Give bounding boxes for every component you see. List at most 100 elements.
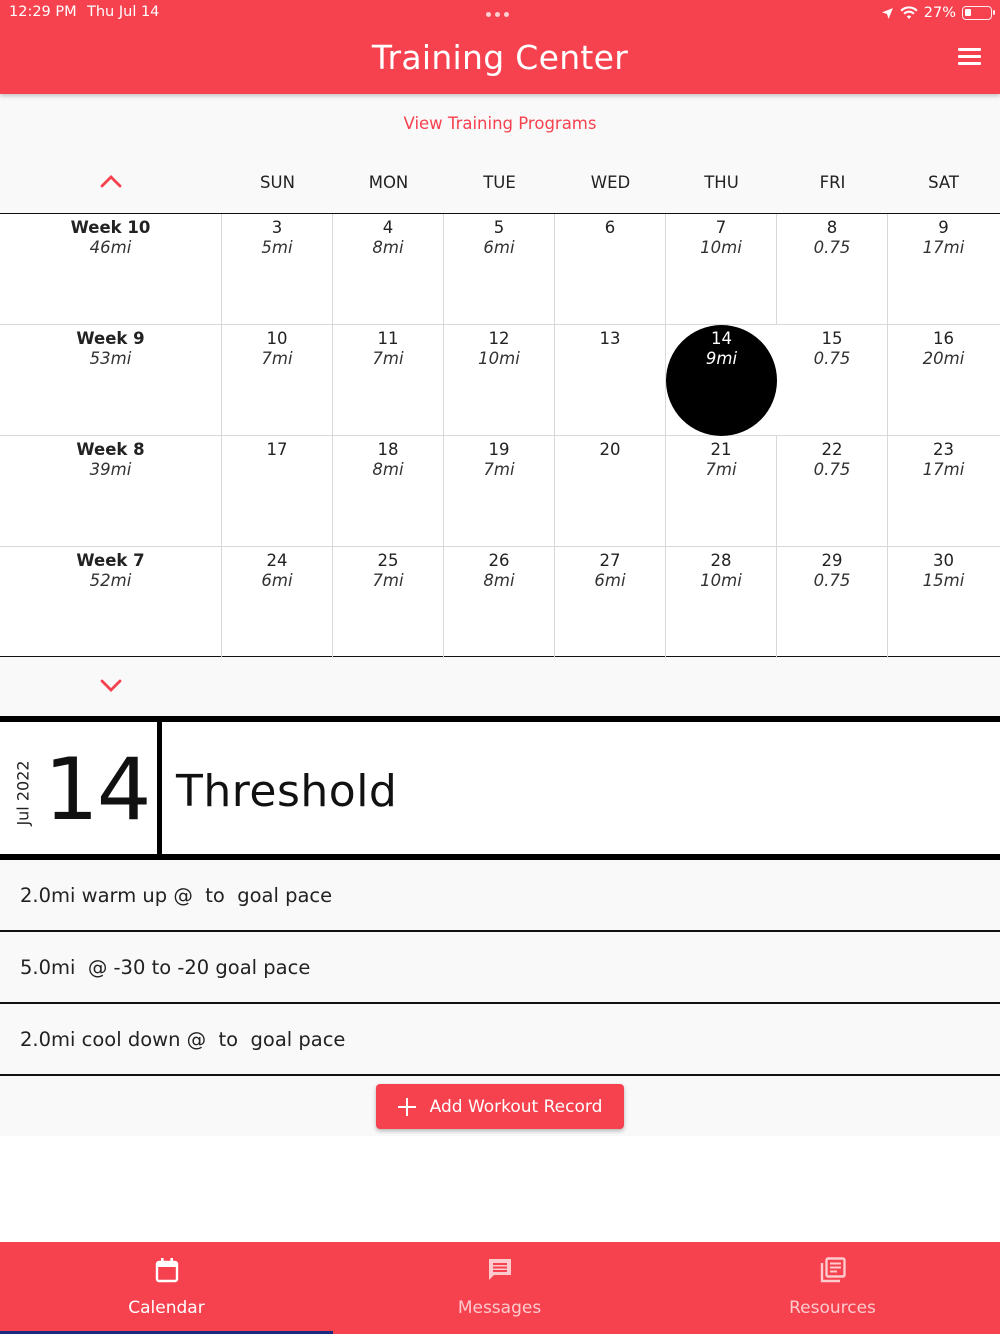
multitasking-dots-icon[interactable] — [486, 12, 514, 18]
dow-thu: THU — [704, 173, 739, 192]
calendar-day[interactable]: 24 6mi — [222, 547, 333, 658]
calendar-day[interactable]: 19 7mi — [444, 436, 555, 547]
calendar-day[interactable]: 13 — [555, 325, 666, 436]
bottom-navigation: Calendar Messages Resources — [0, 1242, 1000, 1334]
day-number: 25 — [377, 551, 399, 570]
workout-step[interactable]: 2.0mi warm up @ to goal pace — [0, 860, 1000, 932]
calendar-grid: Week 10 46mi 3 5mi 4 8mi 5 6mi 6 7 10mi 8 0.75 9 17mi W… — [0, 213, 1000, 658]
calendar-day[interactable]: 11 7mi — [333, 325, 444, 436]
week-total-distance: 46mi — [89, 238, 132, 257]
chevron-up-icon[interactable] — [100, 174, 122, 188]
calendar-day[interactable]: 6 — [555, 214, 666, 325]
day-number: 11 — [377, 329, 399, 348]
calendar-day[interactable]: 9 17mi — [888, 214, 999, 325]
day-number: 14 — [711, 329, 732, 348]
day-number: 27 — [599, 551, 621, 570]
page-title: Training Center — [371, 38, 629, 77]
calendar-day[interactable]: 16 20mi — [888, 325, 999, 436]
day-distance: 10mi — [700, 238, 742, 257]
month-year-label: Jul 2022 — [10, 758, 36, 828]
message-icon — [488, 1259, 511, 1280]
week-summary[interactable]: Week 9 53mi — [0, 325, 222, 436]
nav-item-messages[interactable]: Messages — [333, 1242, 666, 1334]
workout-step-text: 2.0mi cool down @ to goal pace — [20, 1028, 346, 1051]
week-row: Week 7 52mi 24 6mi 25 7mi 26 8mi 27 6mi 28 10mi 29 0.… — [0, 547, 1000, 658]
view-training-programs-link[interactable]: View Training Programs — [0, 114, 1000, 133]
calendar-day[interactable]: 25 7mi — [333, 547, 444, 658]
workout-step[interactable]: 5.0mi @ -30 to -20 goal pace — [0, 932, 1000, 1004]
day-number: 24 — [266, 551, 288, 570]
nav-item-resources[interactable]: Resources — [666, 1242, 999, 1334]
calendar-day[interactable]: 5 6mi — [444, 214, 555, 325]
week-summary[interactable]: Week 7 52mi — [0, 547, 222, 658]
calendar-day[interactable]: 8 0.75 — [777, 214, 888, 325]
day-number: 17 — [266, 440, 288, 459]
calendar-day[interactable]: 20 — [555, 436, 666, 547]
day-number: 9 — [938, 218, 949, 237]
day-number: 10 — [266, 329, 288, 348]
dow-wed: WED — [590, 173, 631, 192]
battery-icon — [962, 6, 995, 20]
calendar-day[interactable]: 10 7mi — [222, 325, 333, 436]
calendar-day[interactable]: 26 8mi — [444, 547, 555, 658]
day-number: 21 — [710, 440, 732, 459]
calendar-day[interactable]: 18 8mi — [333, 436, 444, 547]
day-distance: 17mi — [922, 460, 965, 479]
calendar-day[interactable]: 3 5mi — [222, 214, 333, 325]
status-time: 12:29 PM — [9, 4, 77, 20]
workout-title: Threshold — [176, 766, 398, 817]
day-number: 15 — [821, 329, 843, 348]
workout-step[interactable]: 2.0mi cool down @ to goal pace — [0, 1004, 1000, 1076]
calendar-day[interactable]: 4 8mi — [333, 214, 444, 325]
week-name: Week 9 — [76, 329, 145, 348]
day-distance: 17mi — [922, 238, 965, 257]
calendar-day[interactable]: 7 10mi — [666, 214, 777, 325]
calendar-day[interactable]: 27 6mi — [555, 547, 666, 658]
day-distance: 10mi — [478, 349, 520, 368]
nav-item-calendar[interactable]: Calendar — [0, 1242, 333, 1334]
day-distance: 6mi — [261, 571, 293, 590]
calendar-day[interactable]: 17 — [222, 436, 333, 547]
calendar-day[interactable]: 23 17mi — [888, 436, 999, 547]
day-number: 28 — [710, 551, 732, 570]
week-summary[interactable]: Week 10 46mi — [0, 214, 222, 325]
calendar-day[interactable]: 28 10mi — [666, 547, 777, 658]
add-record-area: Add Workout Record — [0, 1076, 1000, 1136]
status-date: Thu Jul 14 — [87, 4, 160, 20]
day-number: 23 — [933, 440, 954, 459]
day-number: 12 — [488, 329, 510, 348]
calendar-day-selected[interactable]: 14 9mi — [666, 325, 777, 436]
week-name: Week 10 — [70, 218, 151, 237]
day-distance: 5mi — [261, 238, 293, 257]
dow-sat: SAT — [928, 173, 959, 192]
workout-step-text: 2.0mi warm up @ to goal pace — [20, 884, 333, 907]
calendar-day[interactable]: 21 7mi — [666, 436, 777, 547]
day-of-week-header: SUN MON TUE WED THU FRI SAT — [0, 164, 1000, 212]
week-name: Week 7 — [76, 551, 145, 570]
day-distance: 0.75 — [813, 460, 851, 479]
day-distance: 6mi — [594, 571, 626, 590]
day-distance: 7mi — [483, 460, 515, 479]
hamburger-menu-icon[interactable] — [958, 48, 982, 70]
day-number: 5 — [493, 218, 505, 237]
calendar-day[interactable]: 22 0.75 — [777, 436, 888, 547]
wifi-icon — [900, 6, 918, 19]
week-total-distance: 53mi — [89, 349, 132, 368]
chevron-down-icon[interactable] — [100, 679, 122, 693]
resources-icon — [820, 1257, 846, 1283]
calendar-day[interactable]: 30 15mi — [888, 547, 999, 658]
calendar-day[interactable]: 15 0.75 — [777, 325, 888, 436]
day-distance: 8mi — [483, 571, 515, 590]
week-summary[interactable]: Week 8 39mi — [0, 436, 222, 547]
calendar-icon — [155, 1258, 178, 1283]
add-workout-record-button[interactable]: Add Workout Record — [376, 1084, 624, 1129]
day-number: 16 — [933, 329, 954, 348]
calendar-day[interactable]: 12 10mi — [444, 325, 555, 436]
status-indicators: 27% — [881, 3, 995, 23]
day-number: 18 — [377, 440, 399, 459]
selected-day-number: 14 — [44, 740, 151, 840]
dow-sun: SUN — [260, 173, 295, 192]
calendar-day[interactable]: 29 0.75 — [777, 547, 888, 658]
nav-label-resources: Resources — [789, 1298, 876, 1318]
battery-percent: 27% — [923, 5, 956, 21]
